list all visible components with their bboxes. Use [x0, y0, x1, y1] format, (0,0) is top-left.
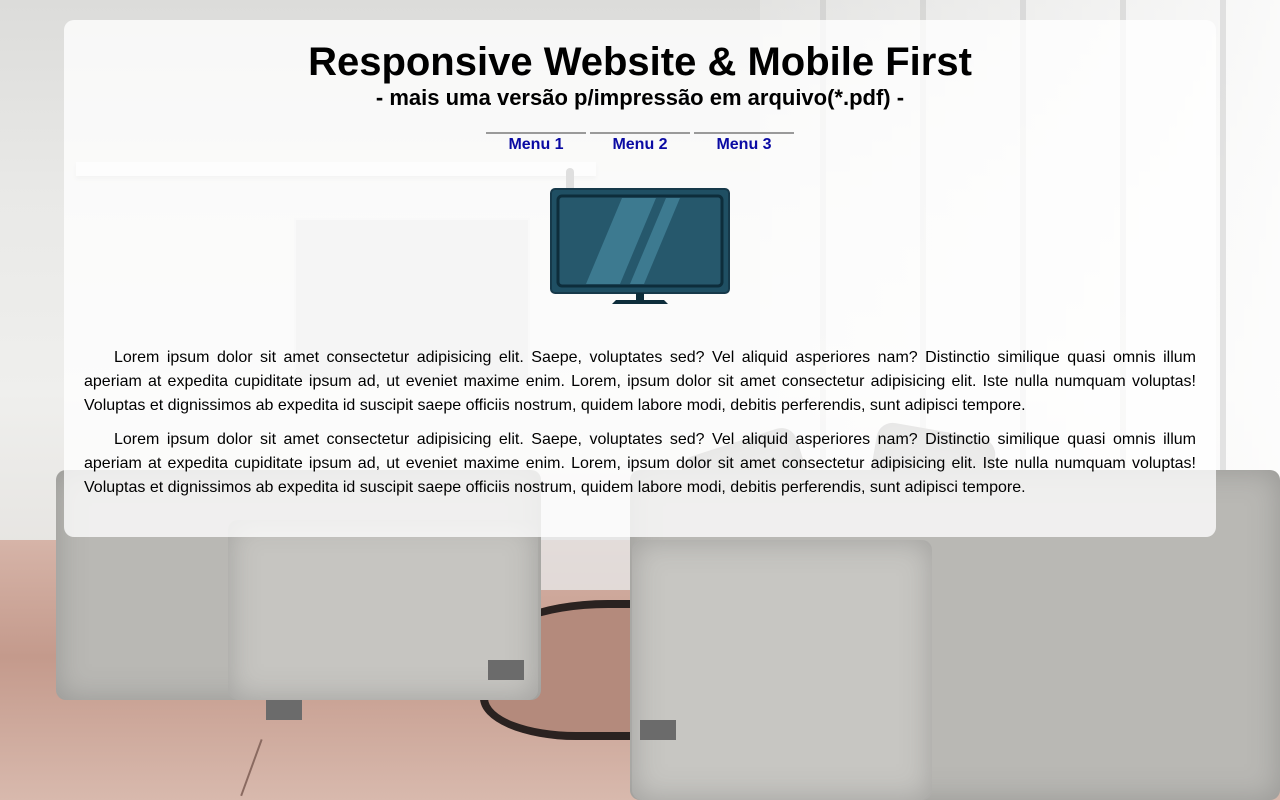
background-sofa-leg — [640, 720, 676, 740]
nav-item-menu-2[interactable]: Menu 2 — [590, 132, 690, 154]
main-nav: Menu 1 Menu 2 Menu 3 — [84, 132, 1196, 154]
main-panel: Responsive Website & Mobile First - mais… — [64, 20, 1216, 537]
tv-monitor-icon — [550, 188, 730, 304]
nav-item-menu-3[interactable]: Menu 3 — [694, 132, 794, 154]
background-sofa-leg — [266, 700, 302, 720]
nav-item-menu-1[interactable]: Menu 1 — [486, 132, 586, 154]
content-paragraph: Lorem ipsum dolor sit amet consectetur a… — [84, 431, 1196, 496]
background-sofa-leg — [488, 660, 524, 680]
article-content: Lorem ipsum dolor sit amet consectetur a… — [84, 346, 1196, 500]
content-paragraph: Lorem ipsum dolor sit amet consectetur a… — [84, 349, 1196, 414]
background-sofa-right-arm — [632, 540, 932, 800]
page-title: Responsive Website & Mobile First — [308, 40, 972, 84]
page-subtitle: - mais uma versão p/impressão em arquivo… — [375, 85, 905, 110]
hero-image — [84, 188, 1196, 306]
